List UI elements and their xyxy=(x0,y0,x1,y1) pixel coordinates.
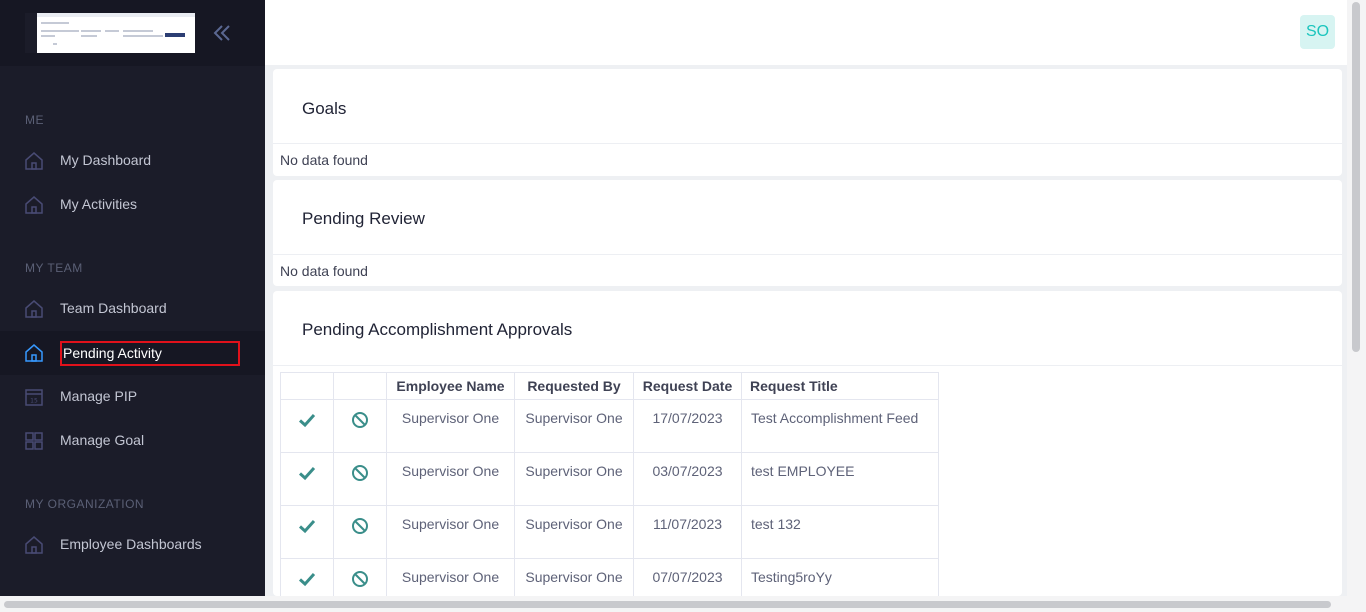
sidebar: ME My Dashboard My Activities MY TEAM Te… xyxy=(0,0,265,612)
cell-employee-name: Supervisor One xyxy=(386,399,515,453)
approvals-table: Employee Name Requested By Request Date … xyxy=(280,372,939,596)
scrollbar-thumb[interactable] xyxy=(1352,2,1360,352)
calendar-icon: 15 xyxy=(25,389,43,406)
sidebar-item-my-dashboard[interactable]: My Dashboard xyxy=(0,139,265,183)
sidebar-item-label: Pending Activity xyxy=(63,345,162,361)
cell-request-title: test 132 xyxy=(741,505,939,559)
sidebar-item-team-dashboard[interactable]: Team Dashboard xyxy=(0,287,265,331)
sidebar-item-label: Manage Goal xyxy=(60,432,145,448)
vertical-scrollbar[interactable] xyxy=(1347,0,1366,612)
collapse-sidebar-icon[interactable] xyxy=(210,21,234,45)
table-header-row: Employee Name Requested By Request Date … xyxy=(280,372,939,400)
cell-employee-name: Supervisor One xyxy=(386,558,515,596)
sidebar-item-my-activities[interactable]: My Activities xyxy=(0,183,265,227)
goals-empty-text: No data found xyxy=(280,152,368,168)
sidebar-item-label: Manage PIP xyxy=(60,388,138,404)
horizontal-scrollbar[interactable] xyxy=(0,596,1347,612)
top-bar: SO xyxy=(265,0,1347,65)
approve-check-icon[interactable] xyxy=(297,410,317,430)
column-header-request-title: Request Title xyxy=(741,372,939,400)
cell-employee-name: Supervisor One xyxy=(386,505,515,559)
home-icon xyxy=(25,152,43,170)
approve-check-icon[interactable] xyxy=(297,516,317,536)
column-header-approve xyxy=(280,372,334,400)
home-icon xyxy=(25,196,43,214)
sidebar-item-manage-pip[interactable]: 15 Manage PIP xyxy=(0,375,265,419)
sidebar-item-label: Employee Dashboards xyxy=(60,536,202,552)
divider xyxy=(273,143,1342,144)
svg-text:15: 15 xyxy=(30,398,38,405)
user-avatar[interactable]: SO xyxy=(1300,15,1335,49)
section-label-me: ME xyxy=(25,113,44,127)
table-row: Supervisor One Supervisor One 07/07/2023… xyxy=(280,558,939,596)
column-header-request-date: Request Date xyxy=(633,372,742,400)
column-header-employee-name: Employee Name xyxy=(386,372,515,400)
approve-check-icon[interactable] xyxy=(297,463,317,483)
section-label-my-organization: MY ORGANIZATION xyxy=(25,497,145,511)
approvals-title: Pending Accomplishment Approvals xyxy=(302,320,573,339)
cell-employee-name: Supervisor One xyxy=(386,452,515,506)
divider xyxy=(273,365,1342,366)
approve-check-icon[interactable] xyxy=(297,569,317,589)
home-icon xyxy=(25,300,43,318)
pending-review-card: Pending Review No data found xyxy=(273,180,1342,286)
cell-request-date: 11/07/2023 xyxy=(633,505,742,559)
grid-icon xyxy=(25,432,43,450)
divider xyxy=(273,254,1342,255)
cell-request-title: test EMPLOYEE xyxy=(741,452,939,506)
home-icon xyxy=(25,536,43,554)
sidebar-item-employee-dashboards[interactable]: Employee Dashboards xyxy=(0,523,265,567)
cell-request-title: Testing5roYy xyxy=(741,558,939,596)
reject-ban-icon[interactable] xyxy=(350,463,370,483)
scrollbar-thumb[interactable] xyxy=(4,601,1331,608)
sidebar-item-label: My Dashboard xyxy=(60,152,152,168)
reject-ban-icon[interactable] xyxy=(350,569,370,589)
approvals-card: Pending Accomplishment Approvals Employe… xyxy=(273,291,1342,596)
column-header-reject xyxy=(333,372,387,400)
sidebar-item-manage-goal[interactable]: Manage Goal xyxy=(0,419,265,463)
table-row: Supervisor One Supervisor One 03/07/2023… xyxy=(280,452,939,506)
goals-title: Goals xyxy=(302,99,347,118)
sidebar-item-label: My Activities xyxy=(60,196,138,212)
column-header-requested-by: Requested By xyxy=(514,372,634,400)
cell-requested-by: Supervisor One xyxy=(514,558,634,596)
cell-request-date: 03/07/2023 xyxy=(633,452,742,506)
cell-requested-by: Supervisor One xyxy=(514,452,634,506)
cell-request-date: 17/07/2023 xyxy=(633,399,742,453)
sidebar-item-pending-activity[interactable]: Pending Activity xyxy=(0,331,265,375)
sidebar-item-label: Team Dashboard xyxy=(60,300,167,316)
table-row: Supervisor One Supervisor One 11/07/2023… xyxy=(280,505,939,559)
section-label-my-team: MY TEAM xyxy=(25,261,83,275)
reject-ban-icon[interactable] xyxy=(350,516,370,536)
pending-review-title: Pending Review xyxy=(302,209,425,228)
logo xyxy=(25,13,195,53)
table-row: Supervisor One Supervisor One 17/07/2023… xyxy=(280,399,939,453)
cell-request-title: Test Accomplishment Feed xyxy=(741,399,939,453)
reject-ban-icon[interactable] xyxy=(350,410,370,430)
cell-request-date: 07/07/2023 xyxy=(633,558,742,596)
goals-card: Goals No data found xyxy=(273,69,1342,176)
cell-requested-by: Supervisor One xyxy=(514,505,634,559)
pending-review-empty-text: No data found xyxy=(280,263,368,279)
home-icon xyxy=(25,344,43,362)
brand-area xyxy=(0,0,265,66)
cell-requested-by: Supervisor One xyxy=(514,399,634,453)
